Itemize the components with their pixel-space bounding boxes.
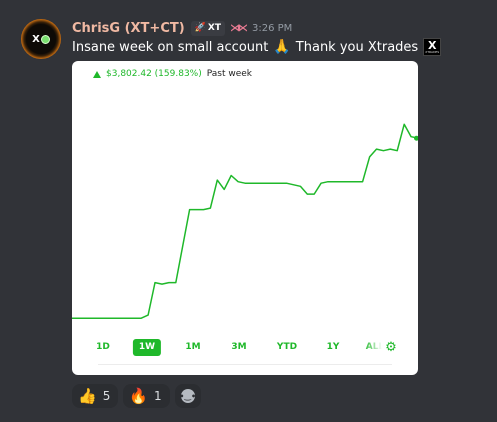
username[interactable]: ChrisG (XT+CT): [72, 21, 185, 36]
reaction-thumbs-up[interactable]: 👍 5: [72, 384, 119, 408]
avatar-dot-icon: [40, 34, 50, 44]
reaction-fire[interactable]: 🔥 1: [123, 384, 170, 408]
thumbs-up-icon: 👍: [78, 386, 97, 405]
gear-icon[interactable]: ⚙: [385, 339, 397, 356]
gain-period: Past week: [206, 69, 252, 79]
message-header: ChrisG (XT+CT) 🚀 XT ⋊⋉ 3:26 PM: [72, 18, 292, 38]
range-tab-1d[interactable]: 1D: [96, 339, 110, 356]
gain-value: $3,802.42 (159.83%): [106, 69, 202, 79]
add-reaction-icon: •‿•: [179, 389, 196, 403]
card-divider: [98, 364, 392, 365]
range-tab-1m[interactable]: 1M: [185, 339, 200, 356]
reaction-count: 1: [154, 389, 162, 403]
reactions-bar: 👍 5 🔥 1 •‿•: [72, 384, 201, 408]
xtrades-emoji-icon: X XTRADES: [423, 38, 442, 56]
range-tab-1y[interactable]: 1Y: [327, 339, 340, 356]
gain-summary: $3,802.42 (159.83%) Past week: [93, 69, 252, 79]
message-text-after: Thank you Xtrades: [295, 39, 419, 55]
fire-icon: 🔥: [129, 386, 149, 405]
up-arrow-icon: [93, 70, 101, 78]
series-line: [72, 123, 418, 319]
rocket-icon: 🚀: [194, 23, 206, 33]
range-tab-ytd[interactable]: YTD: [277, 339, 297, 356]
message-content: Insane week on small account 🙏 Thank you…: [72, 37, 442, 57]
portfolio-line-chart: [72, 123, 418, 319]
reaction-count: 5: [102, 389, 111, 403]
role-tag-label: XT: [207, 23, 221, 33]
avatar-x-letter: X: [32, 33, 40, 45]
range-tab-3m[interactable]: 3M: [231, 339, 246, 356]
last-point-marker: [414, 135, 418, 141]
chat-message: X ChrisG (XT+CT) 🚀 XT ⋊⋉ 3:26 PM Insane …: [0, 0, 497, 422]
add-reaction-button[interactable]: •‿•: [174, 384, 201, 408]
role-tag[interactable]: 🚀 XT: [190, 20, 225, 36]
message-text: Insane week on small account: [72, 39, 269, 55]
xtrades-emoji-label: XTRADES: [425, 50, 440, 54]
timestamp[interactable]: 3:26 PM: [252, 23, 292, 34]
portfolio-card-image[interactable]: $3,802.42 (159.83%) Past week 1D 1W 1M 3M YT…: [72, 61, 418, 375]
pray-emoji-icon: 🙏: [273, 39, 291, 55]
ar-logo-icon: ⋊⋉: [229, 22, 248, 34]
range-tab-1w[interactable]: 1W: [132, 339, 162, 356]
avatar[interactable]: X: [21, 19, 61, 59]
range-selector: 1D1W1M3MYTD1YALL: [72, 339, 418, 361]
